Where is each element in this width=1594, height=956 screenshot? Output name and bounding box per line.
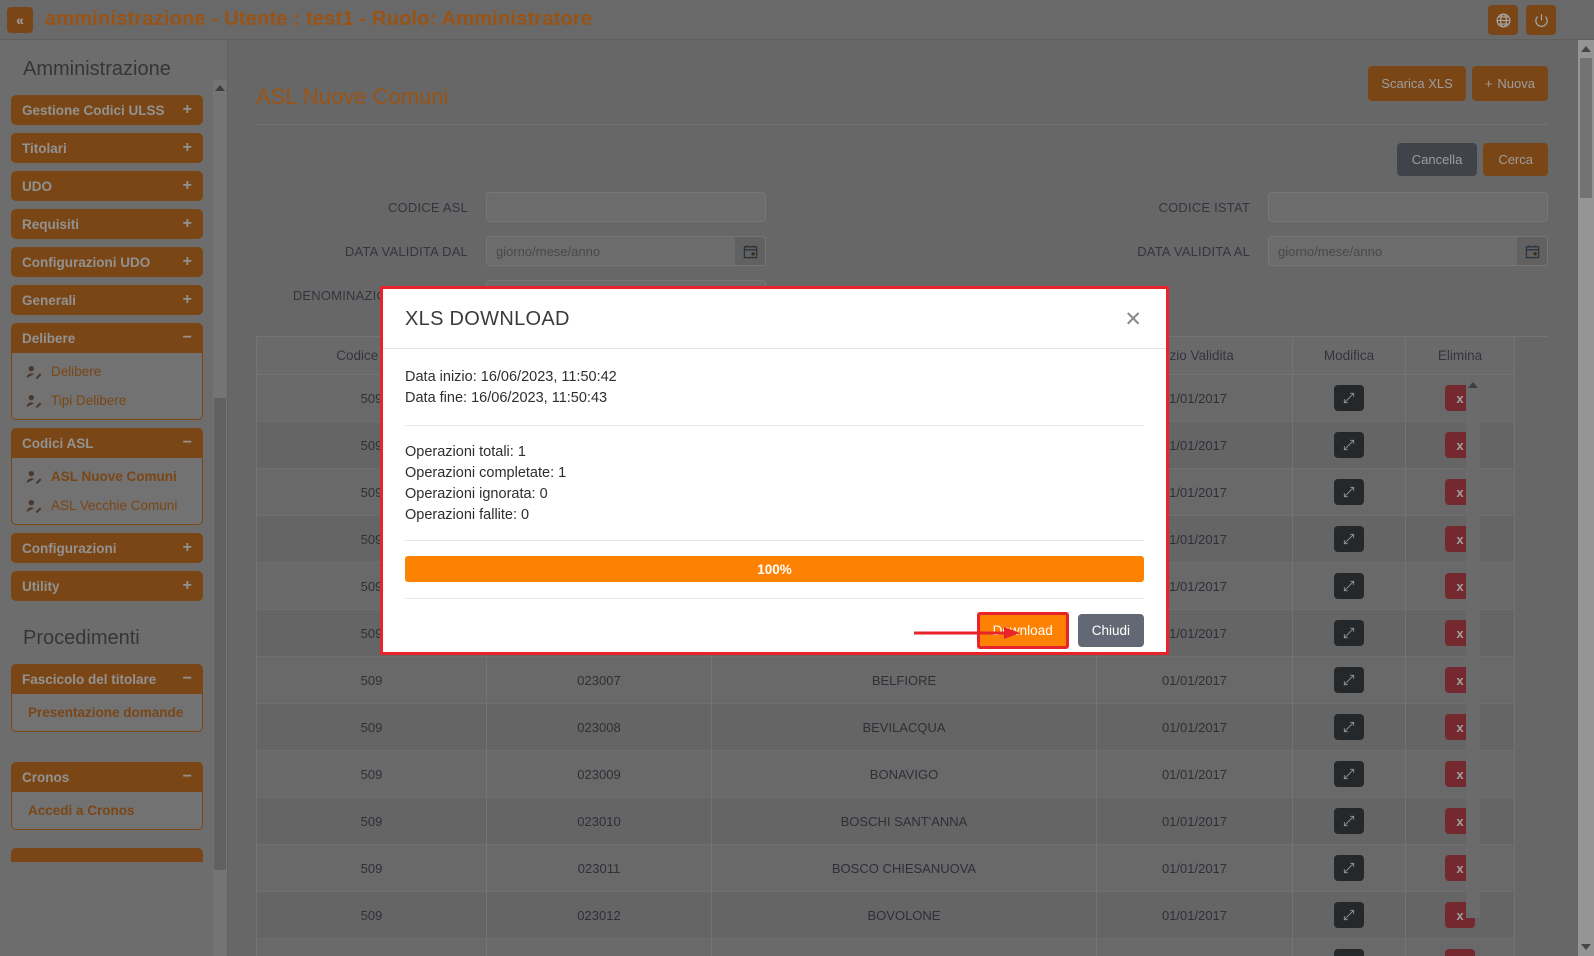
data-fine-text: Data fine: 16/06/2023, 11:50:43 [405,390,608,406]
operazioni-completate-text: Operazioni completate: 1 [405,465,567,481]
modal-progress-section: 100% [405,541,1144,599]
progress-label: 100% [757,561,792,577]
chiudi-button[interactable]: Chiudi [1077,614,1144,647]
modal-header: XLS DOWNLOAD ✕ [383,289,1166,349]
close-icon[interactable]: ✕ [1122,309,1144,330]
modal-title: XLS DOWNLOAD [405,308,570,330]
operazioni-fallite-text: Operazioni fallite: 0 [405,507,530,523]
modal-body: Data inizio: 16/06/2023, 11:50:42 Data f… [383,349,1166,599]
annotation-arrow-icon [914,627,1020,639]
app-root: « amministrazione - Utente : test1 - Ruo… [0,0,1594,956]
progress-bar: 100% [405,556,1144,582]
modal-operations-section: Operazioni totali: 1 Operazioni completa… [405,426,1144,541]
modal-dates-section: Data inizio: 16/06/2023, 11:50:42 Data f… [405,349,1144,426]
modal-footer: Download Chiudi [383,599,1166,665]
xls-download-modal: XLS DOWNLOAD ✕ Data inizio: 16/06/2023, … [380,286,1169,655]
data-inizio-text: Data inizio: 16/06/2023, 11:50:42 [405,369,617,385]
operazioni-ignorata-text: Operazioni ignorata: 0 [405,486,548,502]
operazioni-totali-text: Operazioni totali: 1 [405,444,526,460]
